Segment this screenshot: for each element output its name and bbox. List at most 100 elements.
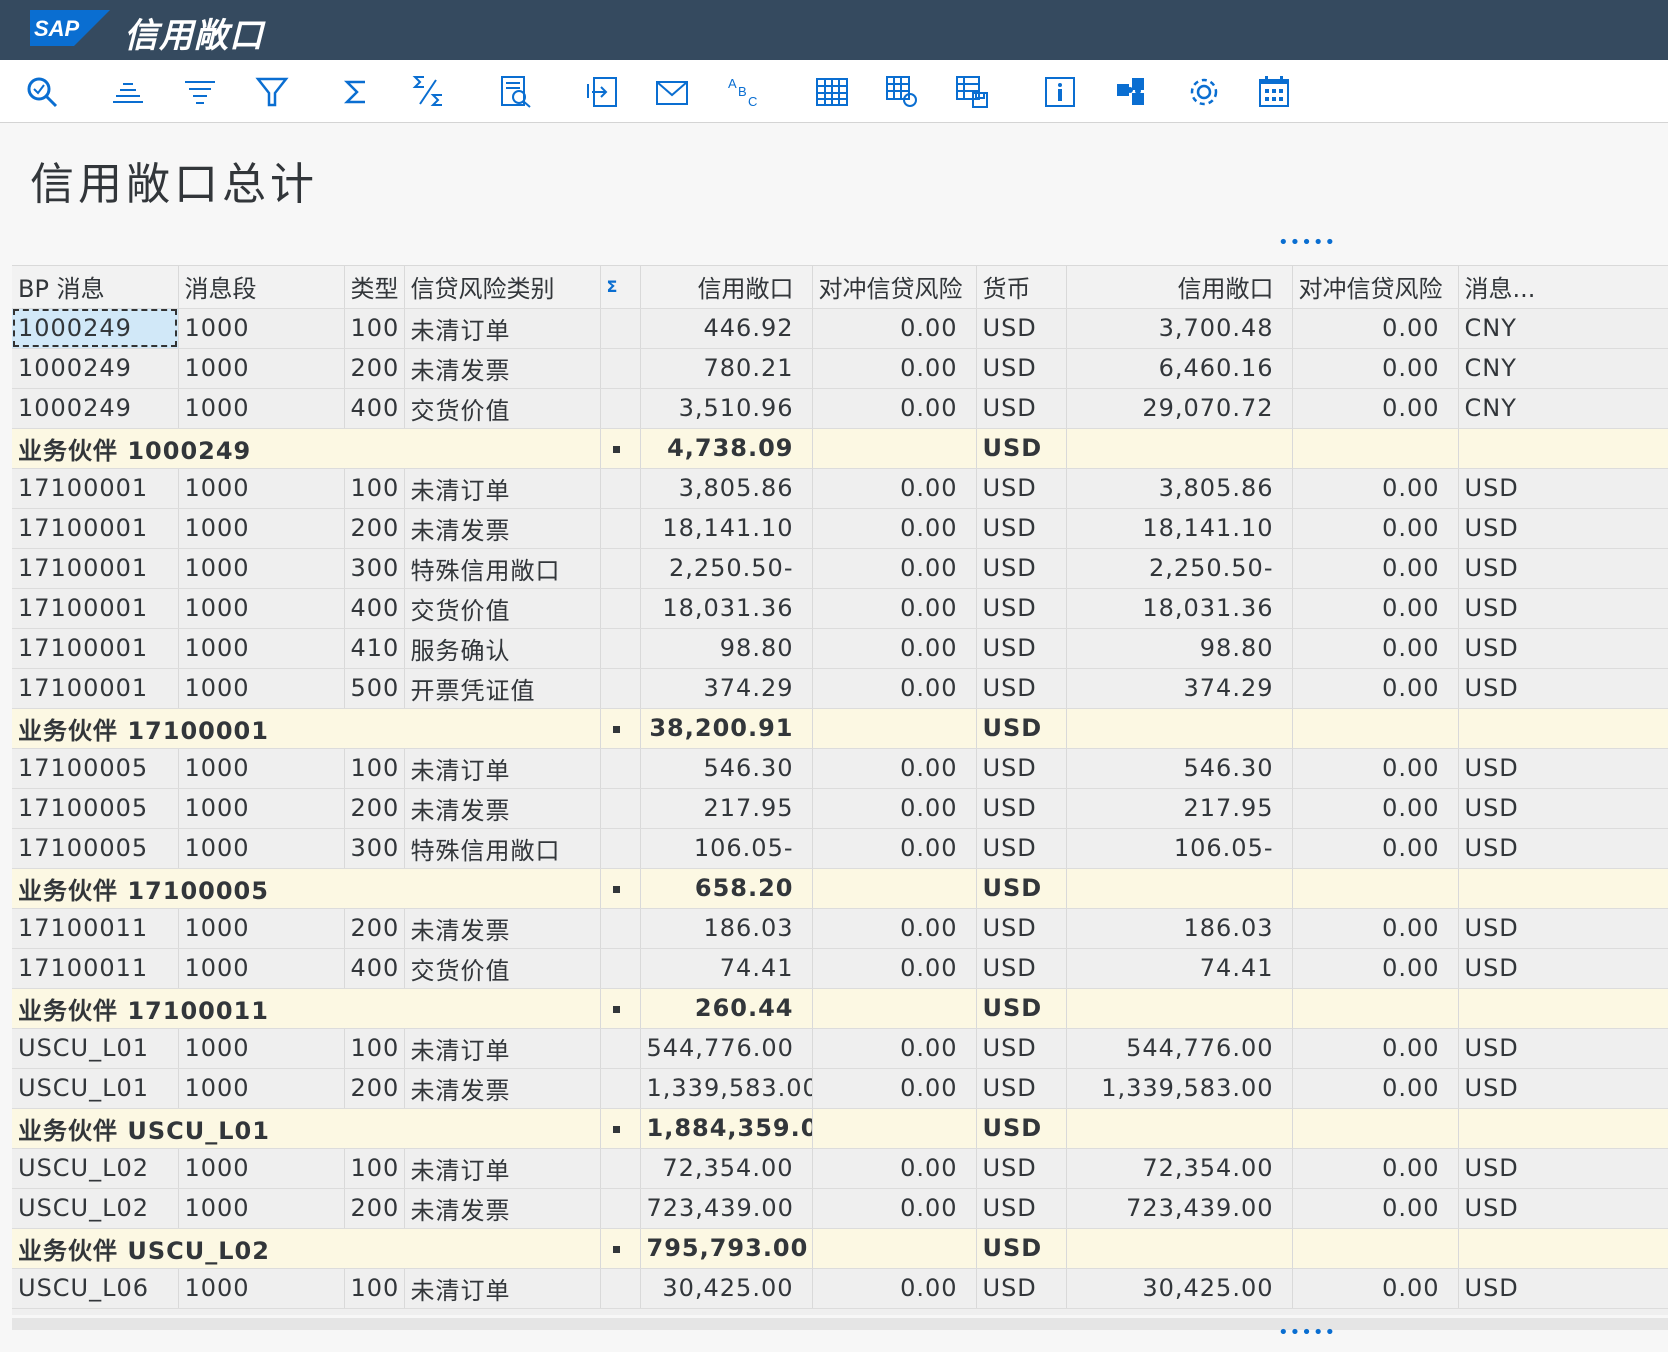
subtotal-exposure-2[interactable] (1066, 428, 1293, 469)
cell-hedged-risk[interactable]: 0.00 (812, 788, 977, 829)
cell-exposure[interactable]: 546.30 (640, 748, 813, 789)
cell-hedged-risk[interactable]: 0.00 (812, 948, 977, 989)
cell-segment[interactable]: 1000 (178, 1188, 345, 1229)
subtotal-message[interactable] (1458, 1108, 1668, 1149)
cell-bp[interactable]: 1000249 (12, 348, 179, 389)
cell-bp[interactable]: 1000249 (12, 308, 179, 349)
cell-risk-category[interactable]: 特殊信用敞口 (404, 548, 601, 589)
cell-type[interactable]: 100 (344, 1028, 405, 1069)
cell-exposure[interactable]: 3,510.96 (640, 388, 813, 429)
col-header-type[interactable]: 类型 (344, 266, 405, 309)
subtotal-currency[interactable]: USD (976, 868, 1067, 909)
subtotal-icon[interactable] (408, 72, 448, 112)
cell-message[interactable]: CNY (1458, 388, 1668, 429)
cell-currency[interactable]: USD (976, 908, 1067, 949)
subtotal-message[interactable] (1458, 868, 1668, 909)
cell-hedged-risk-2[interactable]: 0.00 (1292, 1268, 1459, 1309)
subtotal-exposure[interactable]: 4,738.09 (640, 428, 813, 469)
cell-sum[interactable] (600, 588, 641, 629)
cell-bp[interactable]: USCU_L06 (12, 1268, 179, 1309)
cell-sum[interactable] (600, 828, 641, 869)
table-row[interactable]: 17100001 1000 200 未清发票 18,141.10 0.00 USD 18,14… (12, 508, 1668, 549)
table-row[interactable]: 17100001 1000 300 特殊信用敞口 2,250.50- 0.00 USD 2,2… (12, 548, 1668, 589)
cell-type[interactable]: 100 (344, 1148, 405, 1189)
subtotal-hedge-2[interactable] (1292, 1108, 1459, 1149)
cell-exposure[interactable]: 30,425.00 (640, 1268, 813, 1309)
cell-hedged-risk[interactable]: 0.00 (812, 588, 977, 629)
subtotal-exposure[interactable]: 1,884,359.00 (640, 1108, 813, 1149)
export-icon[interactable] (582, 72, 622, 112)
cell-bp[interactable]: 17100005 (12, 788, 179, 829)
cell-risk-category[interactable]: 交货价值 (404, 948, 601, 989)
cell-hedged-risk[interactable]: 0.00 (812, 628, 977, 669)
cell-type[interactable]: 200 (344, 1068, 405, 1109)
cell-segment[interactable]: 1000 (178, 828, 345, 869)
cell-hedged-risk[interactable]: 0.00 (812, 828, 977, 869)
cell-segment[interactable]: 1000 (178, 348, 345, 389)
cell-exposure-2[interactable]: 3,805.86 (1066, 468, 1293, 509)
cell-hedged-risk[interactable]: 0.00 (812, 348, 977, 389)
subtotal-currency[interactable]: USD (976, 988, 1067, 1029)
cell-risk-category[interactable]: 未清发票 (404, 348, 601, 389)
cell-type[interactable]: 300 (344, 548, 405, 589)
cell-currency[interactable]: USD (976, 788, 1067, 829)
cell-currency[interactable]: USD (976, 1188, 1067, 1229)
table-row[interactable]: 17100005 1000 200 未清发票 217.95 0.00 USD 217.95 0.… (12, 788, 1668, 829)
cell-segment[interactable]: 1000 (178, 1028, 345, 1069)
subtotal-hedge[interactable] (812, 868, 977, 909)
cell-hedged-risk-2[interactable]: 0.00 (1292, 468, 1459, 509)
cell-hedged-risk-2[interactable]: 0.00 (1292, 548, 1459, 589)
cell-bp[interactable]: USCU_L02 (12, 1188, 179, 1229)
cell-risk-category[interactable]: 未清订单 (404, 1268, 601, 1309)
table-row[interactable]: 17100001 1000 100 未清订单 3,805.86 0.00 USD 3,805.… (12, 468, 1668, 509)
subtotal-exposure[interactable]: 658.20 (640, 868, 813, 909)
cell-exposure[interactable]: 780.21 (640, 348, 813, 389)
cell-sum[interactable] (600, 308, 641, 349)
cell-hedged-risk-2[interactable]: 0.00 (1292, 1188, 1459, 1229)
cell-exposure-2[interactable]: 544,776.00 (1066, 1028, 1293, 1069)
subtotal-hedge-2[interactable] (1292, 708, 1459, 749)
subtotal-marker[interactable] (600, 1108, 641, 1149)
subtotal-label[interactable]: 业务伙伴 17100001 (12, 708, 601, 749)
col-header-message[interactable]: 消息... (1458, 266, 1668, 309)
cell-type[interactable]: 200 (344, 348, 405, 389)
sort-icon[interactable] (180, 72, 220, 112)
table-row[interactable]: 1000249 1000 400 交货价值 3,510.96 0.00 USD 29,070.… (12, 388, 1668, 429)
cell-bp[interactable]: 17100011 (12, 908, 179, 949)
cell-sum[interactable] (600, 948, 641, 989)
table-row[interactable]: 1000249 1000 200 未清发票 780.21 0.00 USD 6,460.16 0… (12, 348, 1668, 389)
cell-exposure-2[interactable]: 29,070.72 (1066, 388, 1293, 429)
abc-analysis-icon[interactable]: ABC (724, 72, 764, 112)
cell-type[interactable]: 200 (344, 508, 405, 549)
cell-currency[interactable]: USD (976, 508, 1067, 549)
calendar-icon[interactable] (1254, 72, 1294, 112)
subtotal-hedge[interactable] (812, 708, 977, 749)
subtotal-hedge-2[interactable] (1292, 428, 1459, 469)
cell-bp[interactable]: 17100005 (12, 828, 179, 869)
subtotal-hedge[interactable] (812, 1108, 977, 1149)
subtotal-hedge[interactable] (812, 428, 977, 469)
settings-icon[interactable] (1184, 72, 1224, 112)
subtotal-currency[interactable]: USD (976, 428, 1067, 469)
cell-currency[interactable]: USD (976, 468, 1067, 509)
cell-sum[interactable] (600, 1068, 641, 1109)
cell-risk-category[interactable]: 开票凭证值 (404, 668, 601, 709)
cell-message[interactable]: USD (1458, 1148, 1668, 1189)
cell-sum[interactable] (600, 388, 641, 429)
sap-logo[interactable]: SAP (30, 10, 110, 46)
subtotal-label[interactable]: 业务伙伴 USCU_L02 (12, 1228, 601, 1269)
cell-segment[interactable]: 1000 (178, 388, 345, 429)
cell-hedged-risk[interactable]: 0.00 (812, 668, 977, 709)
cell-type[interactable]: 100 (344, 1268, 405, 1309)
cell-type[interactable]: 100 (344, 308, 405, 349)
subtotal-marker[interactable] (600, 428, 641, 469)
cell-hedged-risk[interactable]: 0.00 (812, 1188, 977, 1229)
col-header-hedged-risk[interactable]: 对冲信贷风险 (812, 266, 977, 309)
cell-type[interactable]: 400 (344, 948, 405, 989)
resize-handle-bottom-icon[interactable]: ••••• (1278, 1324, 1335, 1342)
subtotal-exposure-2[interactable] (1066, 868, 1293, 909)
cell-segment[interactable]: 1000 (178, 788, 345, 829)
cell-hedged-risk[interactable]: 0.00 (812, 1028, 977, 1069)
cell-exposure[interactable]: 98.80 (640, 628, 813, 669)
cell-exposure-2[interactable]: 186.03 (1066, 908, 1293, 949)
